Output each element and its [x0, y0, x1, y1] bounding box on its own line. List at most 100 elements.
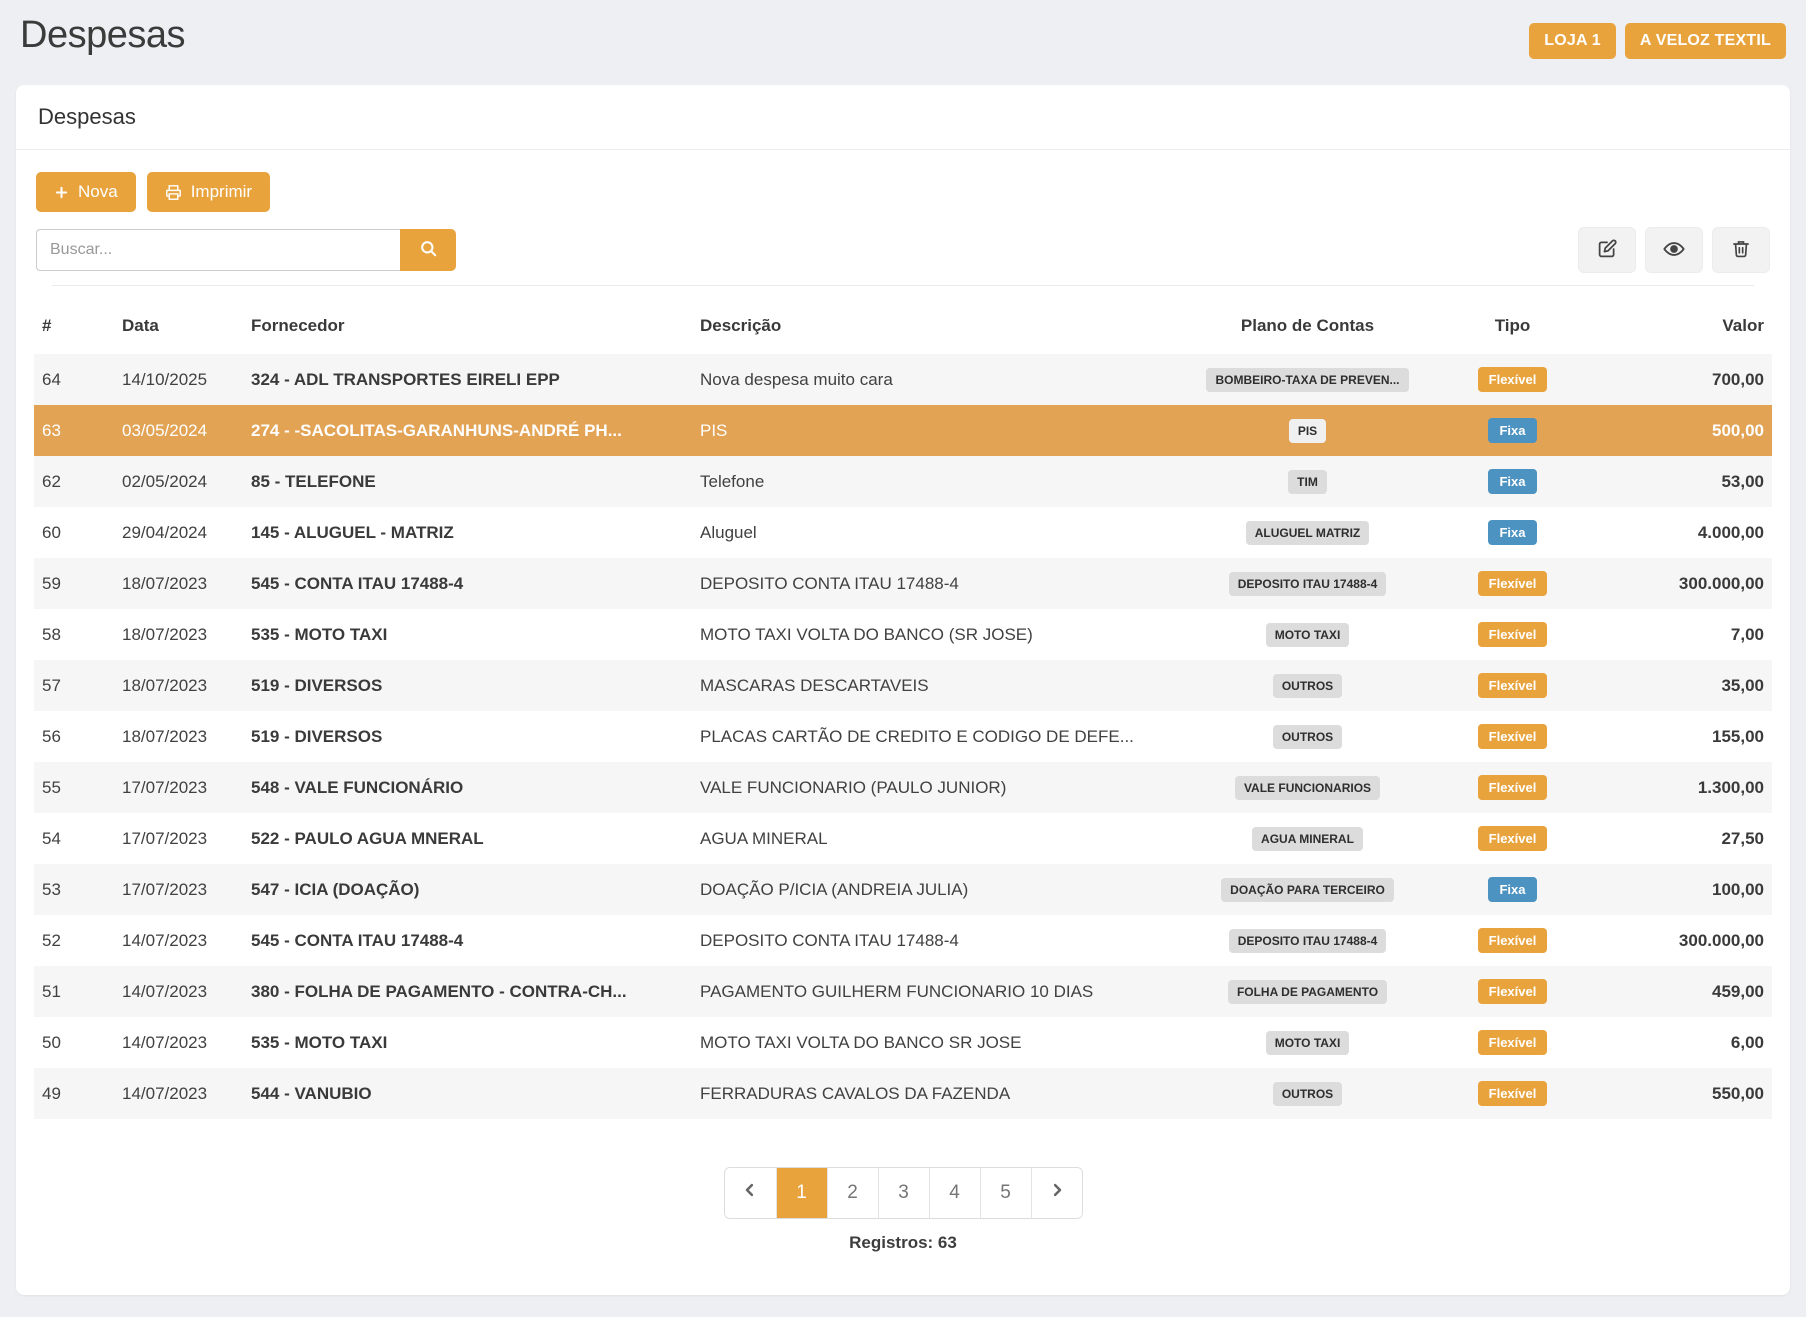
- plano-badge: DEPOSITO ITAU 17488-4: [1229, 929, 1387, 953]
- row-num: 53: [34, 864, 114, 915]
- page-header: Despesas LOJA 1 A VELOZ TEXTIL: [0, 0, 1806, 85]
- table-row[interactable]: 5114/07/2023380 - FOLHA DE PAGAMENTO - C…: [34, 966, 1772, 1017]
- row-descricao: MOTO TAXI VOLTA DO BANCO (SR JOSE): [692, 609, 1180, 660]
- tipo-badge: Flexível: [1478, 928, 1548, 953]
- page-button-4[interactable]: 4: [929, 1168, 980, 1218]
- imprimir-button-label: Imprimir: [191, 182, 252, 202]
- page-button-5[interactable]: 5: [980, 1168, 1031, 1218]
- row-num: 64: [34, 354, 114, 405]
- row-valor: 500,00: [1590, 405, 1772, 456]
- tipo-badge: Flexível: [1478, 622, 1548, 647]
- row-descricao: VALE FUNCIONARIO (PAULO JUNIOR): [692, 762, 1180, 813]
- tipo-badge: Flexível: [1478, 826, 1548, 851]
- row-date: 29/04/2024: [114, 507, 243, 558]
- next-page-button[interactable]: [1031, 1168, 1082, 1218]
- row-fornecedor: 522 - PAULO AGUA MNERAL: [243, 813, 692, 864]
- nova-button-label: Nova: [78, 182, 118, 202]
- tipo-badge: Fixa: [1488, 418, 1536, 443]
- row-num: 54: [34, 813, 114, 864]
- pagination: 12345: [724, 1167, 1083, 1219]
- row-descricao: DEPOSITO CONTA ITAU 17488-4: [692, 915, 1180, 966]
- toolbar: Nova Imprimir: [16, 150, 1790, 286]
- store-button-loja1[interactable]: LOJA 1: [1529, 23, 1616, 59]
- row-num: 59: [34, 558, 114, 609]
- table-row[interactable]: 5718/07/2023519 - DIVERSOSMASCARAS DESCA…: [34, 660, 1772, 711]
- plano-badge: MOTO TAXI: [1266, 623, 1350, 647]
- row-date: 18/07/2023: [114, 609, 243, 660]
- table-row[interactable]: 6303/05/2024274 - -SACOLITAS-GARANHUNS-A…: [34, 405, 1772, 456]
- imprimir-button[interactable]: Imprimir: [147, 172, 270, 212]
- row-valor: 27,50: [1590, 813, 1772, 864]
- col-header-num: #: [34, 286, 114, 354]
- nova-button[interactable]: Nova: [36, 172, 136, 212]
- tipo-badge: Flexível: [1478, 775, 1548, 800]
- search-button[interactable]: [400, 229, 456, 271]
- plano-badge: PIS: [1289, 419, 1326, 443]
- despesas-card: Despesas Nova Imprimir: [16, 85, 1790, 1295]
- plano-badge: DEPOSITO ITAU 17488-4: [1229, 572, 1387, 596]
- row-descricao: DEPOSITO CONTA ITAU 17488-4: [692, 558, 1180, 609]
- row-valor: 100,00: [1590, 864, 1772, 915]
- search-input[interactable]: [36, 229, 400, 271]
- row-valor: 550,00: [1590, 1068, 1772, 1119]
- row-valor: 1.300,00: [1590, 762, 1772, 813]
- row-fornecedor: 324 - ADL TRANSPORTES EIRELI EPP: [243, 354, 692, 405]
- records-count: Registros: 63: [16, 1233, 1790, 1253]
- row-descricao: Telefone: [692, 456, 1180, 507]
- table-row[interactable]: 5618/07/2023519 - DIVERSOSPLACAS CARTÃO …: [34, 711, 1772, 762]
- table-row[interactable]: 5014/07/2023535 - MOTO TAXIMOTO TAXI VOL…: [34, 1017, 1772, 1068]
- table-row[interactable]: 5918/07/2023545 - CONTA ITAU 17488-4DEPO…: [34, 558, 1772, 609]
- table-row[interactable]: 5417/07/2023522 - PAULO AGUA MNERAL AGUA …: [34, 813, 1772, 864]
- chevron-left-icon: [741, 1181, 759, 1205]
- search-icon: [419, 239, 438, 261]
- table-row[interactable]: 6202/05/202485 - TELEFONETelefoneTIMFixa…: [34, 456, 1772, 507]
- tipo-badge: Fixa: [1488, 877, 1536, 902]
- table-row[interactable]: 5818/07/2023535 - MOTO TAXIMOTO TAXI VOL…: [34, 609, 1772, 660]
- row-descricao: Nova despesa muito cara: [692, 354, 1180, 405]
- row-date: 14/07/2023: [114, 966, 243, 1017]
- search-row: [36, 227, 1770, 273]
- row-num: 55: [34, 762, 114, 813]
- store-buttons: LOJA 1 A VELOZ TEXTIL: [1529, 23, 1786, 59]
- row-num: 52: [34, 915, 114, 966]
- row-fornecedor: 545 - CONTA ITAU 17488-4: [243, 558, 692, 609]
- row-descricao: MOTO TAXI VOLTA DO BANCO SR JOSE: [692, 1017, 1180, 1068]
- row-descricao: FERRADURAS CAVALOS DA FAZENDA: [692, 1068, 1180, 1119]
- row-descricao: PIS: [692, 405, 1180, 456]
- table-row[interactable]: 5517/07/2023548 - VALE FUNCIONÁRIOVALE F…: [34, 762, 1772, 813]
- page-button-2[interactable]: 2: [827, 1168, 878, 1218]
- table-row[interactable]: 5317/07/2023547 - ICIA (DOAÇÃO)DOAÇÃO P/…: [34, 864, 1772, 915]
- row-descricao: MASCARAS DESCARTAVEIS: [692, 660, 1180, 711]
- view-button[interactable]: [1645, 227, 1703, 273]
- tipo-badge: Fixa: [1488, 520, 1536, 545]
- table-row[interactable]: 6029/04/2024145 - ALUGUEL - MATRIZAlugue…: [34, 507, 1772, 558]
- row-date: 17/07/2023: [114, 813, 243, 864]
- table-row[interactable]: 4914/07/2023544 - VANUBIOFERRADURAS CAVA…: [34, 1068, 1772, 1119]
- prev-page-button[interactable]: [725, 1168, 776, 1218]
- table-row[interactable]: 6414/10/2025324 - ADL TRANSPORTES EIRELI…: [34, 354, 1772, 405]
- row-action-buttons: [1578, 227, 1770, 273]
- expenses-table: # Data Fornecedor Descrição Plano de Con…: [34, 286, 1772, 1119]
- tipo-badge: Flexível: [1478, 367, 1548, 392]
- edit-button[interactable]: [1578, 227, 1636, 273]
- table-header: # Data Fornecedor Descrição Plano de Con…: [34, 286, 1772, 354]
- delete-button[interactable]: [1712, 227, 1770, 273]
- row-valor: 300.000,00: [1590, 915, 1772, 966]
- plano-badge: AGUA MINERAL: [1252, 827, 1363, 851]
- row-fornecedor: 519 - DIVERSOS: [243, 711, 692, 762]
- eye-icon: [1663, 238, 1685, 263]
- tipo-badge: Flexível: [1478, 571, 1548, 596]
- page-button-3[interactable]: 3: [878, 1168, 929, 1218]
- row-date: 03/05/2024: [114, 405, 243, 456]
- row-valor: 35,00: [1590, 660, 1772, 711]
- store-button-company[interactable]: A VELOZ TEXTIL: [1625, 23, 1786, 59]
- row-num: 63: [34, 405, 114, 456]
- page-button-1[interactable]: 1: [776, 1168, 827, 1218]
- row-valor: 7,00: [1590, 609, 1772, 660]
- table-row[interactable]: 5214/07/2023545 - CONTA ITAU 17488-4DEPO…: [34, 915, 1772, 966]
- row-fornecedor: 274 - -SACOLITAS-GARANHUNS-ANDRÉ PH...: [243, 405, 692, 456]
- col-header-data: Data: [114, 286, 243, 354]
- plano-badge: MOTO TAXI: [1266, 1031, 1350, 1055]
- row-valor: 155,00: [1590, 711, 1772, 762]
- row-fornecedor: 535 - MOTO TAXI: [243, 609, 692, 660]
